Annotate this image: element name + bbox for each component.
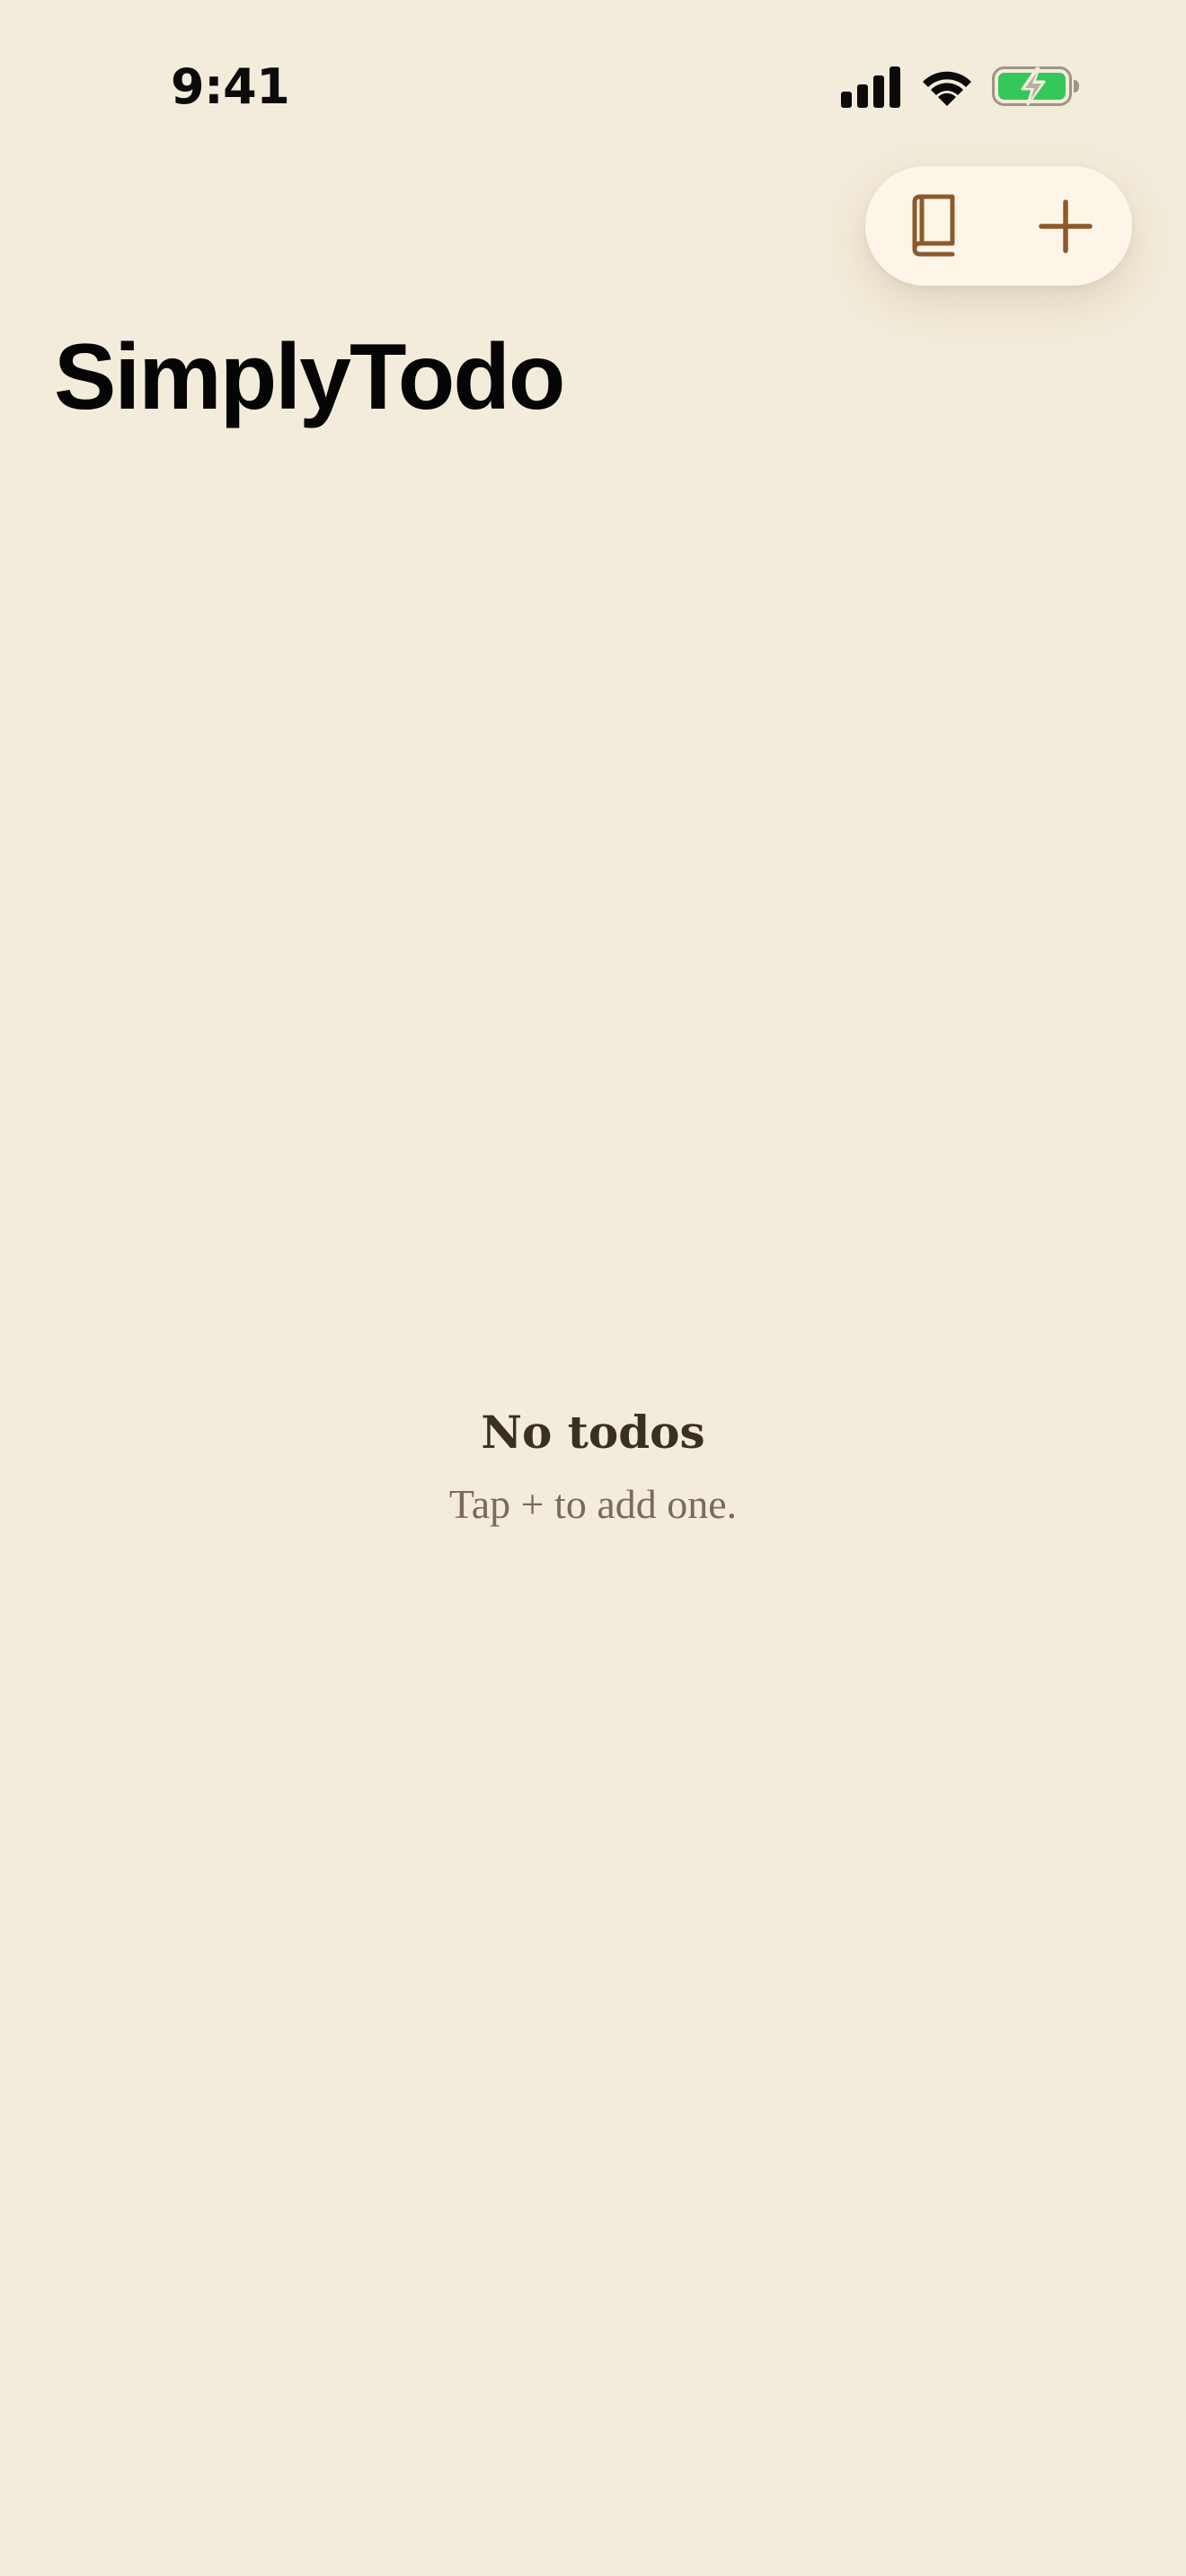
library-button[interactable]: [874, 166, 991, 286]
toolbar-pill: [865, 166, 1132, 286]
empty-state-subtitle: Tap + to add one.: [448, 1481, 738, 1527]
wifi-icon: [923, 71, 971, 106]
page-title: SimplyTodo: [54, 325, 565, 429]
status-time: 9:41: [171, 58, 290, 115]
add-todo-button[interactable]: [1007, 166, 1124, 286]
empty-state-title: No todos: [481, 1406, 705, 1459]
cellular-signal-icon: [841, 66, 900, 108]
book-icon: [912, 194, 955, 256]
battery-charging-icon: [992, 66, 1079, 106]
status-bar: 9:41: [0, 0, 1186, 135]
plus-icon: [1039, 198, 1093, 253]
empty-state: No todos Tap + to add one.: [0, 1397, 1186, 1540]
